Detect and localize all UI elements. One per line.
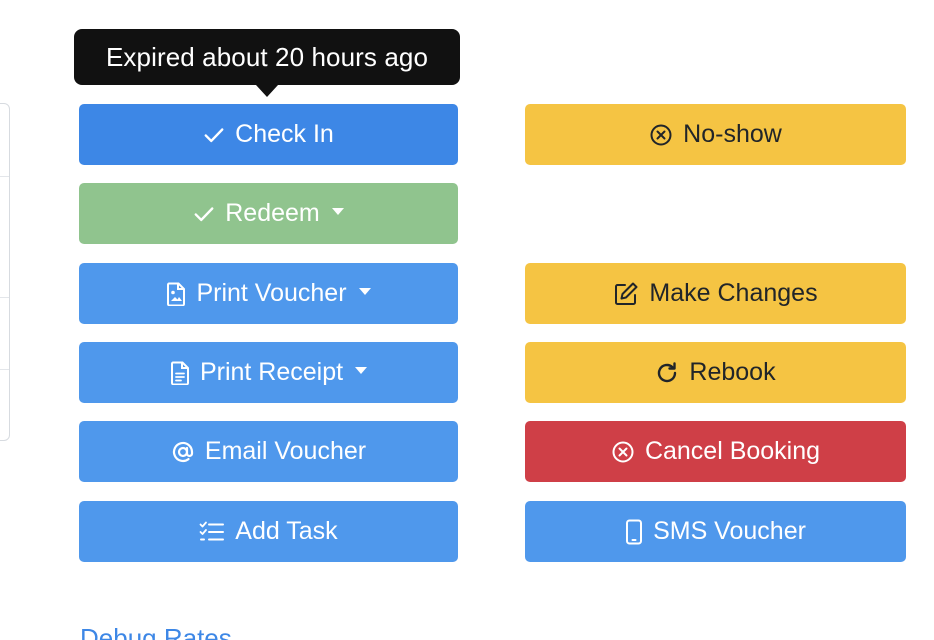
print-voucher-label: Print Voucher xyxy=(196,279,347,307)
email-voucher-label: Email Voucher xyxy=(204,437,367,465)
check-in-button[interactable]: Check In xyxy=(79,104,458,165)
side-card xyxy=(0,103,10,441)
check-in-label: Check In xyxy=(235,120,334,148)
check-icon xyxy=(193,203,215,225)
caret-down-icon xyxy=(358,288,371,295)
x-circle-icon xyxy=(611,440,635,464)
no-show-button[interactable]: No-show xyxy=(525,104,906,165)
tooltip-arrow xyxy=(256,85,278,97)
make-changes-button[interactable]: Make Changes xyxy=(525,263,906,324)
check-icon xyxy=(203,124,225,146)
no-show-label: No-show xyxy=(683,120,782,148)
email-voucher-button[interactable]: Email Voucher xyxy=(79,421,458,482)
sms-voucher-label: SMS Voucher xyxy=(653,517,806,545)
print-receipt-label: Print Receipt xyxy=(199,358,344,386)
sms-voucher-button[interactable]: SMS Voucher xyxy=(525,501,906,562)
caret-down-icon xyxy=(355,367,368,374)
cancel-booking-button[interactable]: Cancel Booking xyxy=(525,421,906,482)
booking-actions-panel: Expired about 20 hours ago Check In Rede… xyxy=(0,0,934,640)
add-task-label: Add Task xyxy=(235,517,338,545)
caret-down-icon xyxy=(331,208,344,215)
document-icon xyxy=(170,361,190,385)
side-card-divider xyxy=(0,297,9,298)
print-voucher-button[interactable]: Print Voucher xyxy=(79,263,458,324)
at-sign-icon xyxy=(171,440,195,464)
rebook-button[interactable]: Rebook xyxy=(525,342,906,403)
image-file-icon xyxy=(166,282,186,306)
rotate-icon xyxy=(655,361,679,385)
redeem-button[interactable]: Redeem xyxy=(79,183,458,244)
side-card-divider xyxy=(0,369,9,370)
x-circle-icon xyxy=(649,123,673,147)
add-task-button[interactable]: Add Task xyxy=(79,501,458,562)
redeem-label: Redeem xyxy=(225,199,320,227)
expiry-tooltip: Expired about 20 hours ago xyxy=(74,29,460,85)
print-receipt-button[interactable]: Print Receipt xyxy=(79,342,458,403)
phone-icon xyxy=(625,519,643,545)
side-card-divider xyxy=(0,176,9,177)
edit-icon xyxy=(613,281,639,307)
cancel-booking-label: Cancel Booking xyxy=(644,437,821,465)
debug-rates-link[interactable]: Debug Rates xyxy=(80,623,232,640)
rebook-label: Rebook xyxy=(689,358,776,386)
task-list-icon xyxy=(199,520,225,544)
make-changes-label: Make Changes xyxy=(649,279,818,307)
